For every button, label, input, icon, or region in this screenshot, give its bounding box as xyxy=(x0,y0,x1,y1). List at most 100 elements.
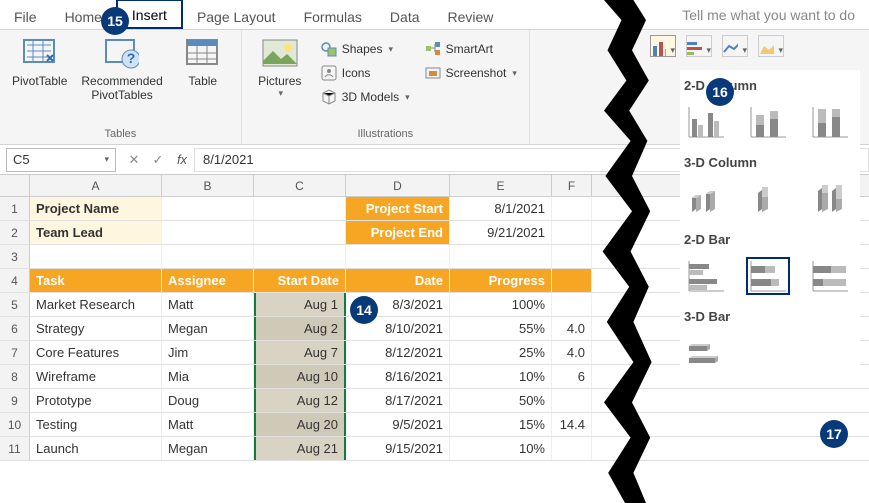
cell[interactable]: Project Name xyxy=(30,197,162,220)
shapes-button[interactable]: Shapes▾ xyxy=(316,38,414,60)
cell[interactable]: 6 xyxy=(552,365,592,388)
cell[interactable]: 55% xyxy=(450,317,552,340)
row-header[interactable]: 9 xyxy=(0,389,30,412)
name-box[interactable]: C5 ▾ xyxy=(6,148,116,172)
column-chart-dropdown[interactable]: ▾ xyxy=(650,35,676,57)
cell[interactable] xyxy=(552,293,592,316)
cell[interactable] xyxy=(254,197,346,220)
cell[interactable]: Project End xyxy=(346,221,450,244)
cell[interactable] xyxy=(346,245,450,268)
cell[interactable]: Aug 12 xyxy=(254,389,346,412)
row-header[interactable]: 2 xyxy=(0,221,30,244)
line-chart-dropdown[interactable]: ▾ xyxy=(722,35,748,57)
3d-clustered-column-chart[interactable] xyxy=(684,180,728,218)
cell[interactable]: 4.0 xyxy=(552,341,592,364)
3d-100-stacked-column-chart[interactable] xyxy=(808,180,852,218)
cell[interactable]: 9/5/2021 xyxy=(346,413,450,436)
stacked-column-chart[interactable] xyxy=(746,103,790,141)
cell[interactable]: Prototype xyxy=(30,389,162,412)
cell[interactable]: Mia xyxy=(162,365,254,388)
cell[interactable]: 8/12/2021 xyxy=(346,341,450,364)
cell[interactable]: 4.0 xyxy=(552,317,592,340)
row-header[interactable]: 11 xyxy=(0,437,30,460)
row-header[interactable]: 6 xyxy=(0,317,30,340)
cell[interactable]: Doug xyxy=(162,389,254,412)
cell[interactable]: 10% xyxy=(450,437,552,460)
3d-stacked-column-chart[interactable] xyxy=(746,180,790,218)
column-header-a[interactable]: A xyxy=(30,175,162,196)
cell[interactable]: 10% xyxy=(450,365,552,388)
cell[interactable]: Start Date xyxy=(254,269,346,292)
cell[interactable] xyxy=(552,389,592,412)
3d-models-button[interactable]: 3D Models▾ xyxy=(316,86,414,108)
cell[interactable] xyxy=(552,197,592,220)
insert-function-button[interactable]: fx xyxy=(170,152,194,167)
cell[interactable]: Project Start xyxy=(346,197,450,220)
cell[interactable] xyxy=(162,197,254,220)
cell[interactable]: Aug 20 xyxy=(254,413,346,436)
smartart-button[interactable]: SmartArt xyxy=(420,38,521,60)
cell[interactable]: 100% xyxy=(450,293,552,316)
row-header[interactable]: 3 xyxy=(0,245,30,268)
cell[interactable] xyxy=(552,437,592,460)
cell[interactable] xyxy=(254,245,346,268)
tab-page-layout[interactable]: Page Layout xyxy=(183,3,290,29)
cell[interactable]: Aug 2 xyxy=(254,317,346,340)
cell[interactable]: 50% xyxy=(450,389,552,412)
row-header[interactable]: 5 xyxy=(0,293,30,316)
cell[interactable]: 8/16/2021 xyxy=(346,365,450,388)
tab-review[interactable]: Review xyxy=(434,3,508,29)
enter-formula-button[interactable]: ✓ xyxy=(146,152,170,168)
cell[interactable] xyxy=(552,269,592,292)
screenshot-button[interactable]: Screenshot▾ xyxy=(420,62,521,84)
cell[interactable]: Task xyxy=(30,269,162,292)
clustered-bar-chart[interactable] xyxy=(684,257,728,295)
area-chart-dropdown[interactable]: ▾ xyxy=(758,35,784,57)
cell[interactable] xyxy=(450,245,552,268)
cell[interactable]: 15% xyxy=(450,413,552,436)
pictures-button[interactable]: Pictures▾ xyxy=(250,34,310,101)
cell[interactable]: Team Lead xyxy=(30,221,162,244)
row-header[interactable]: 1 xyxy=(0,197,30,220)
cell[interactable]: Aug 7 xyxy=(254,341,346,364)
table-button[interactable]: Table xyxy=(173,34,233,90)
row-header[interactable]: 8 xyxy=(0,365,30,388)
cell[interactable]: Market Research xyxy=(30,293,162,316)
tab-formulas[interactable]: Formulas xyxy=(290,3,376,29)
cell[interactable]: Launch xyxy=(30,437,162,460)
cell[interactable]: 8/1/2021 xyxy=(450,197,552,220)
cell[interactable]: Strategy xyxy=(30,317,162,340)
cell[interactable]: Date xyxy=(346,269,450,292)
cell[interactable] xyxy=(552,221,592,244)
cell[interactable]: Megan xyxy=(162,437,254,460)
cell[interactable]: 25% xyxy=(450,341,552,364)
100-stacked-bar-chart[interactable] xyxy=(808,257,852,295)
cell[interactable]: 9/15/2021 xyxy=(346,437,450,460)
cell[interactable] xyxy=(30,245,162,268)
cancel-formula-button[interactable]: ✕ xyxy=(122,152,146,168)
cell[interactable] xyxy=(552,245,592,268)
cell[interactable]: Jim xyxy=(162,341,254,364)
pivottable-button[interactable]: PivotTable xyxy=(8,34,71,90)
row-header[interactable]: 7 xyxy=(0,341,30,364)
cell[interactable] xyxy=(162,221,254,244)
column-header-f[interactable]: F xyxy=(552,175,592,196)
3d-clustered-bar-chart[interactable] xyxy=(684,334,728,372)
cell[interactable]: Assignee xyxy=(162,269,254,292)
tell-me-search[interactable]: Tell me what you want to do xyxy=(668,1,869,29)
cell[interactable]: Aug 1 xyxy=(254,293,346,316)
tab-file[interactable]: File xyxy=(0,3,51,29)
row-header[interactable]: 10 xyxy=(0,413,30,436)
stacked-bar-chart[interactable] xyxy=(746,257,790,295)
row-header[interactable]: 4 xyxy=(0,269,30,292)
cell[interactable]: 9/21/2021 xyxy=(450,221,552,244)
clustered-column-chart[interactable] xyxy=(684,103,728,141)
cell[interactable]: 8/17/2021 xyxy=(346,389,450,412)
tab-data[interactable]: Data xyxy=(376,3,434,29)
cell[interactable]: Wireframe xyxy=(30,365,162,388)
cell[interactable]: Aug 10 xyxy=(254,365,346,388)
cell[interactable]: Progress xyxy=(450,269,552,292)
icons-button[interactable]: Icons xyxy=(316,62,414,84)
cell[interactable] xyxy=(254,221,346,244)
100-stacked-column-chart[interactable] xyxy=(808,103,852,141)
